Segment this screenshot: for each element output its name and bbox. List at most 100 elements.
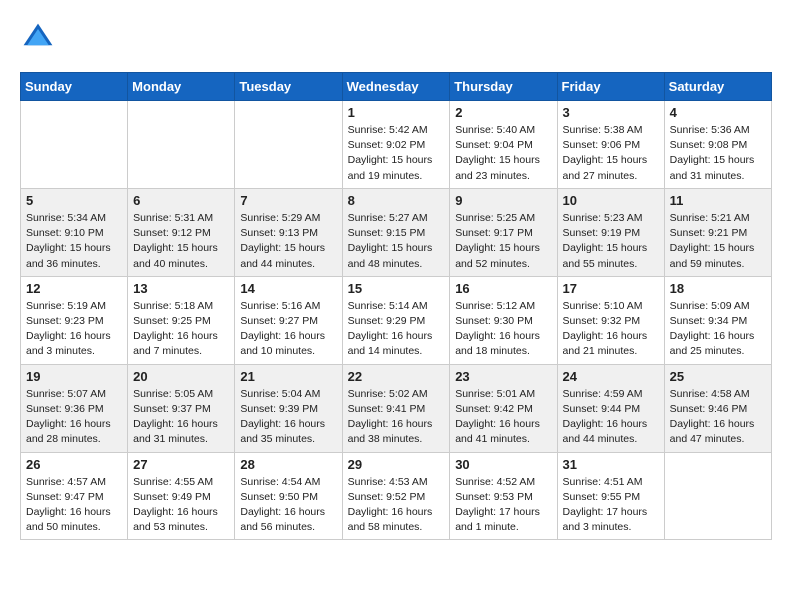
day-number: 20 — [133, 369, 229, 384]
day-number: 5 — [26, 193, 122, 208]
day-cell: 1 Sunrise: 5:42 AM Sunset: 9:02 PM Daylig… — [342, 101, 450, 189]
day-info: Sunrise: 4:55 AM Sunset: 9:49 PM Dayligh… — [133, 475, 229, 536]
day-cell: 13 Sunrise: 5:18 AM Sunset: 9:25 PM Dayli… — [128, 276, 235, 364]
day-number: 10 — [563, 193, 659, 208]
day-info: Sunrise: 5:19 AM Sunset: 9:23 PM Dayligh… — [26, 299, 122, 360]
day-info: Sunrise: 5:07 AM Sunset: 9:36 PM Dayligh… — [26, 387, 122, 448]
day-info: Sunrise: 4:59 AM Sunset: 9:44 PM Dayligh… — [563, 387, 659, 448]
day-number: 2 — [455, 105, 551, 120]
day-cell: 15 Sunrise: 5:14 AM Sunset: 9:29 PM Dayli… — [342, 276, 450, 364]
day-info: Sunrise: 5:01 AM Sunset: 9:42 PM Dayligh… — [455, 387, 551, 448]
day-cell — [664, 452, 771, 540]
day-info: Sunrise: 5:27 AM Sunset: 9:15 PM Dayligh… — [348, 211, 445, 272]
weekday-header-wednesday: Wednesday — [342, 73, 450, 101]
day-cell: 24 Sunrise: 4:59 AM Sunset: 9:44 PM Dayli… — [557, 364, 664, 452]
week-row-1: 1 Sunrise: 5:42 AM Sunset: 9:02 PM Daylig… — [21, 101, 772, 189]
day-info: Sunrise: 4:53 AM Sunset: 9:52 PM Dayligh… — [348, 475, 445, 536]
day-number: 1 — [348, 105, 445, 120]
day-info: Sunrise: 5:29 AM Sunset: 9:13 PM Dayligh… — [240, 211, 336, 272]
day-info: Sunrise: 5:23 AM Sunset: 9:19 PM Dayligh… — [563, 211, 659, 272]
weekday-header-row: SundayMondayTuesdayWednesdayThursdayFrid… — [21, 73, 772, 101]
day-info: Sunrise: 5:34 AM Sunset: 9:10 PM Dayligh… — [26, 211, 122, 272]
day-cell: 9Sunrise: 5:25 AM Sunset: 9:17 PM Daylig… — [450, 188, 557, 276]
day-info: Sunrise: 4:54 AM Sunset: 9:50 PM Dayligh… — [240, 475, 336, 536]
day-number: 24 — [563, 369, 659, 384]
day-cell: 7 Sunrise: 5:29 AM Sunset: 9:13 PM Daylig… — [235, 188, 342, 276]
day-info: Sunrise: 4:57 AM Sunset: 9:47 PM Dayligh… — [26, 475, 122, 536]
day-cell: 19 Sunrise: 5:07 AM Sunset: 9:36 PM Dayli… — [21, 364, 128, 452]
day-number: 19 — [26, 369, 122, 384]
day-cell: 31Sunrise: 4:51 AM Sunset: 9:55 PM Dayli… — [557, 452, 664, 540]
day-cell: 14 Sunrise: 5:16 AM Sunset: 9:27 PM Dayli… — [235, 276, 342, 364]
day-cell: 11 Sunrise: 5:21 AM Sunset: 9:21 PM Dayli… — [664, 188, 771, 276]
day-info: Sunrise: 4:51 AM Sunset: 9:55 PM Dayligh… — [563, 475, 659, 536]
weekday-header-sunday: Sunday — [21, 73, 128, 101]
weekday-header-tuesday: Tuesday — [235, 73, 342, 101]
day-number: 15 — [348, 281, 445, 296]
day-cell: 23Sunrise: 5:01 AM Sunset: 9:42 PM Dayli… — [450, 364, 557, 452]
day-cell: 25 Sunrise: 4:58 AM Sunset: 9:46 PM Dayli… — [664, 364, 771, 452]
day-cell: 12 Sunrise: 5:19 AM Sunset: 9:23 PM Dayli… — [21, 276, 128, 364]
day-cell: 27Sunrise: 4:55 AM Sunset: 9:49 PM Dayli… — [128, 452, 235, 540]
day-info: Sunrise: 5:42 AM Sunset: 9:02 PM Dayligh… — [348, 123, 445, 184]
day-info: Sunrise: 5:36 AM Sunset: 9:08 PM Dayligh… — [670, 123, 766, 184]
day-cell: 26 Sunrise: 4:57 AM Sunset: 9:47 PM Dayli… — [21, 452, 128, 540]
week-row-3: 12 Sunrise: 5:19 AM Sunset: 9:23 PM Dayli… — [21, 276, 772, 364]
day-info: Sunrise: 5:40 AM Sunset: 9:04 PM Dayligh… — [455, 123, 551, 184]
page-header — [20, 20, 772, 56]
day-info: Sunrise: 5:31 AM Sunset: 9:12 PM Dayligh… — [133, 211, 229, 272]
day-cell: 21Sunrise: 5:04 AM Sunset: 9:39 PM Dayli… — [235, 364, 342, 452]
day-cell: 17 Sunrise: 5:10 AM Sunset: 9:32 PM Dayli… — [557, 276, 664, 364]
day-info: Sunrise: 5:02 AM Sunset: 9:41 PM Dayligh… — [348, 387, 445, 448]
day-info: Sunrise: 5:12 AM Sunset: 9:30 PM Dayligh… — [455, 299, 551, 360]
day-number: 14 — [240, 281, 336, 296]
weekday-header-friday: Friday — [557, 73, 664, 101]
day-cell: 4 Sunrise: 5:36 AM Sunset: 9:08 PM Daylig… — [664, 101, 771, 189]
day-number: 11 — [670, 193, 766, 208]
day-info: Sunrise: 5:09 AM Sunset: 9:34 PM Dayligh… — [670, 299, 766, 360]
day-cell: 28 Sunrise: 4:54 AM Sunset: 9:50 PM Dayli… — [235, 452, 342, 540]
day-cell: 16 Sunrise: 5:12 AM Sunset: 9:30 PM Dayli… — [450, 276, 557, 364]
day-info: Sunrise: 5:38 AM Sunset: 9:06 PM Dayligh… — [563, 123, 659, 184]
day-cell: 30Sunrise: 4:52 AM Sunset: 9:53 PM Dayli… — [450, 452, 557, 540]
week-row-4: 19 Sunrise: 5:07 AM Sunset: 9:36 PM Dayli… — [21, 364, 772, 452]
calendar-body: 1 Sunrise: 5:42 AM Sunset: 9:02 PM Daylig… — [21, 101, 772, 540]
day-number: 3 — [563, 105, 659, 120]
logo-icon — [20, 20, 56, 56]
day-cell — [235, 101, 342, 189]
day-info: Sunrise: 4:58 AM Sunset: 9:46 PM Dayligh… — [670, 387, 766, 448]
day-number: 12 — [26, 281, 122, 296]
day-info: Sunrise: 5:21 AM Sunset: 9:21 PM Dayligh… — [670, 211, 766, 272]
day-number: 17 — [563, 281, 659, 296]
day-number: 26 — [26, 457, 122, 472]
day-cell: 20 Sunrise: 5:05 AM Sunset: 9:37 PM Dayli… — [128, 364, 235, 452]
day-info: Sunrise: 5:05 AM Sunset: 9:37 PM Dayligh… — [133, 387, 229, 448]
week-row-2: 5 Sunrise: 5:34 AM Sunset: 9:10 PM Daylig… — [21, 188, 772, 276]
day-number: 30 — [455, 457, 551, 472]
day-number: 22 — [348, 369, 445, 384]
day-number: 13 — [133, 281, 229, 296]
day-number: 25 — [670, 369, 766, 384]
day-number: 9 — [455, 193, 551, 208]
day-number: 29 — [348, 457, 445, 472]
day-cell: 29 Sunrise: 4:53 AM Sunset: 9:52 PM Dayli… — [342, 452, 450, 540]
day-number: 16 — [455, 281, 551, 296]
day-cell: 2 Sunrise: 5:40 AM Sunset: 9:04 PM Daylig… — [450, 101, 557, 189]
day-cell — [21, 101, 128, 189]
day-cell: 10 Sunrise: 5:23 AM Sunset: 9:19 PM Dayli… — [557, 188, 664, 276]
day-number: 8 — [348, 193, 445, 208]
day-info: Sunrise: 5:14 AM Sunset: 9:29 PM Dayligh… — [348, 299, 445, 360]
calendar: SundayMondayTuesdayWednesdayThursdayFrid… — [20, 72, 772, 540]
day-info: Sunrise: 5:18 AM Sunset: 9:25 PM Dayligh… — [133, 299, 229, 360]
day-number: 7 — [240, 193, 336, 208]
day-info: Sunrise: 5:10 AM Sunset: 9:32 PM Dayligh… — [563, 299, 659, 360]
day-info: Sunrise: 5:16 AM Sunset: 9:27 PM Dayligh… — [240, 299, 336, 360]
weekday-header-thursday: Thursday — [450, 73, 557, 101]
day-number: 6 — [133, 193, 229, 208]
day-number: 28 — [240, 457, 336, 472]
day-cell: 6 Sunrise: 5:31 AM Sunset: 9:12 PM Daylig… — [128, 188, 235, 276]
week-row-5: 26 Sunrise: 4:57 AM Sunset: 9:47 PM Dayli… — [21, 452, 772, 540]
day-cell: 22 Sunrise: 5:02 AM Sunset: 9:41 PM Dayli… — [342, 364, 450, 452]
day-cell: 8 Sunrise: 5:27 AM Sunset: 9:15 PM Daylig… — [342, 188, 450, 276]
day-number: 4 — [670, 105, 766, 120]
